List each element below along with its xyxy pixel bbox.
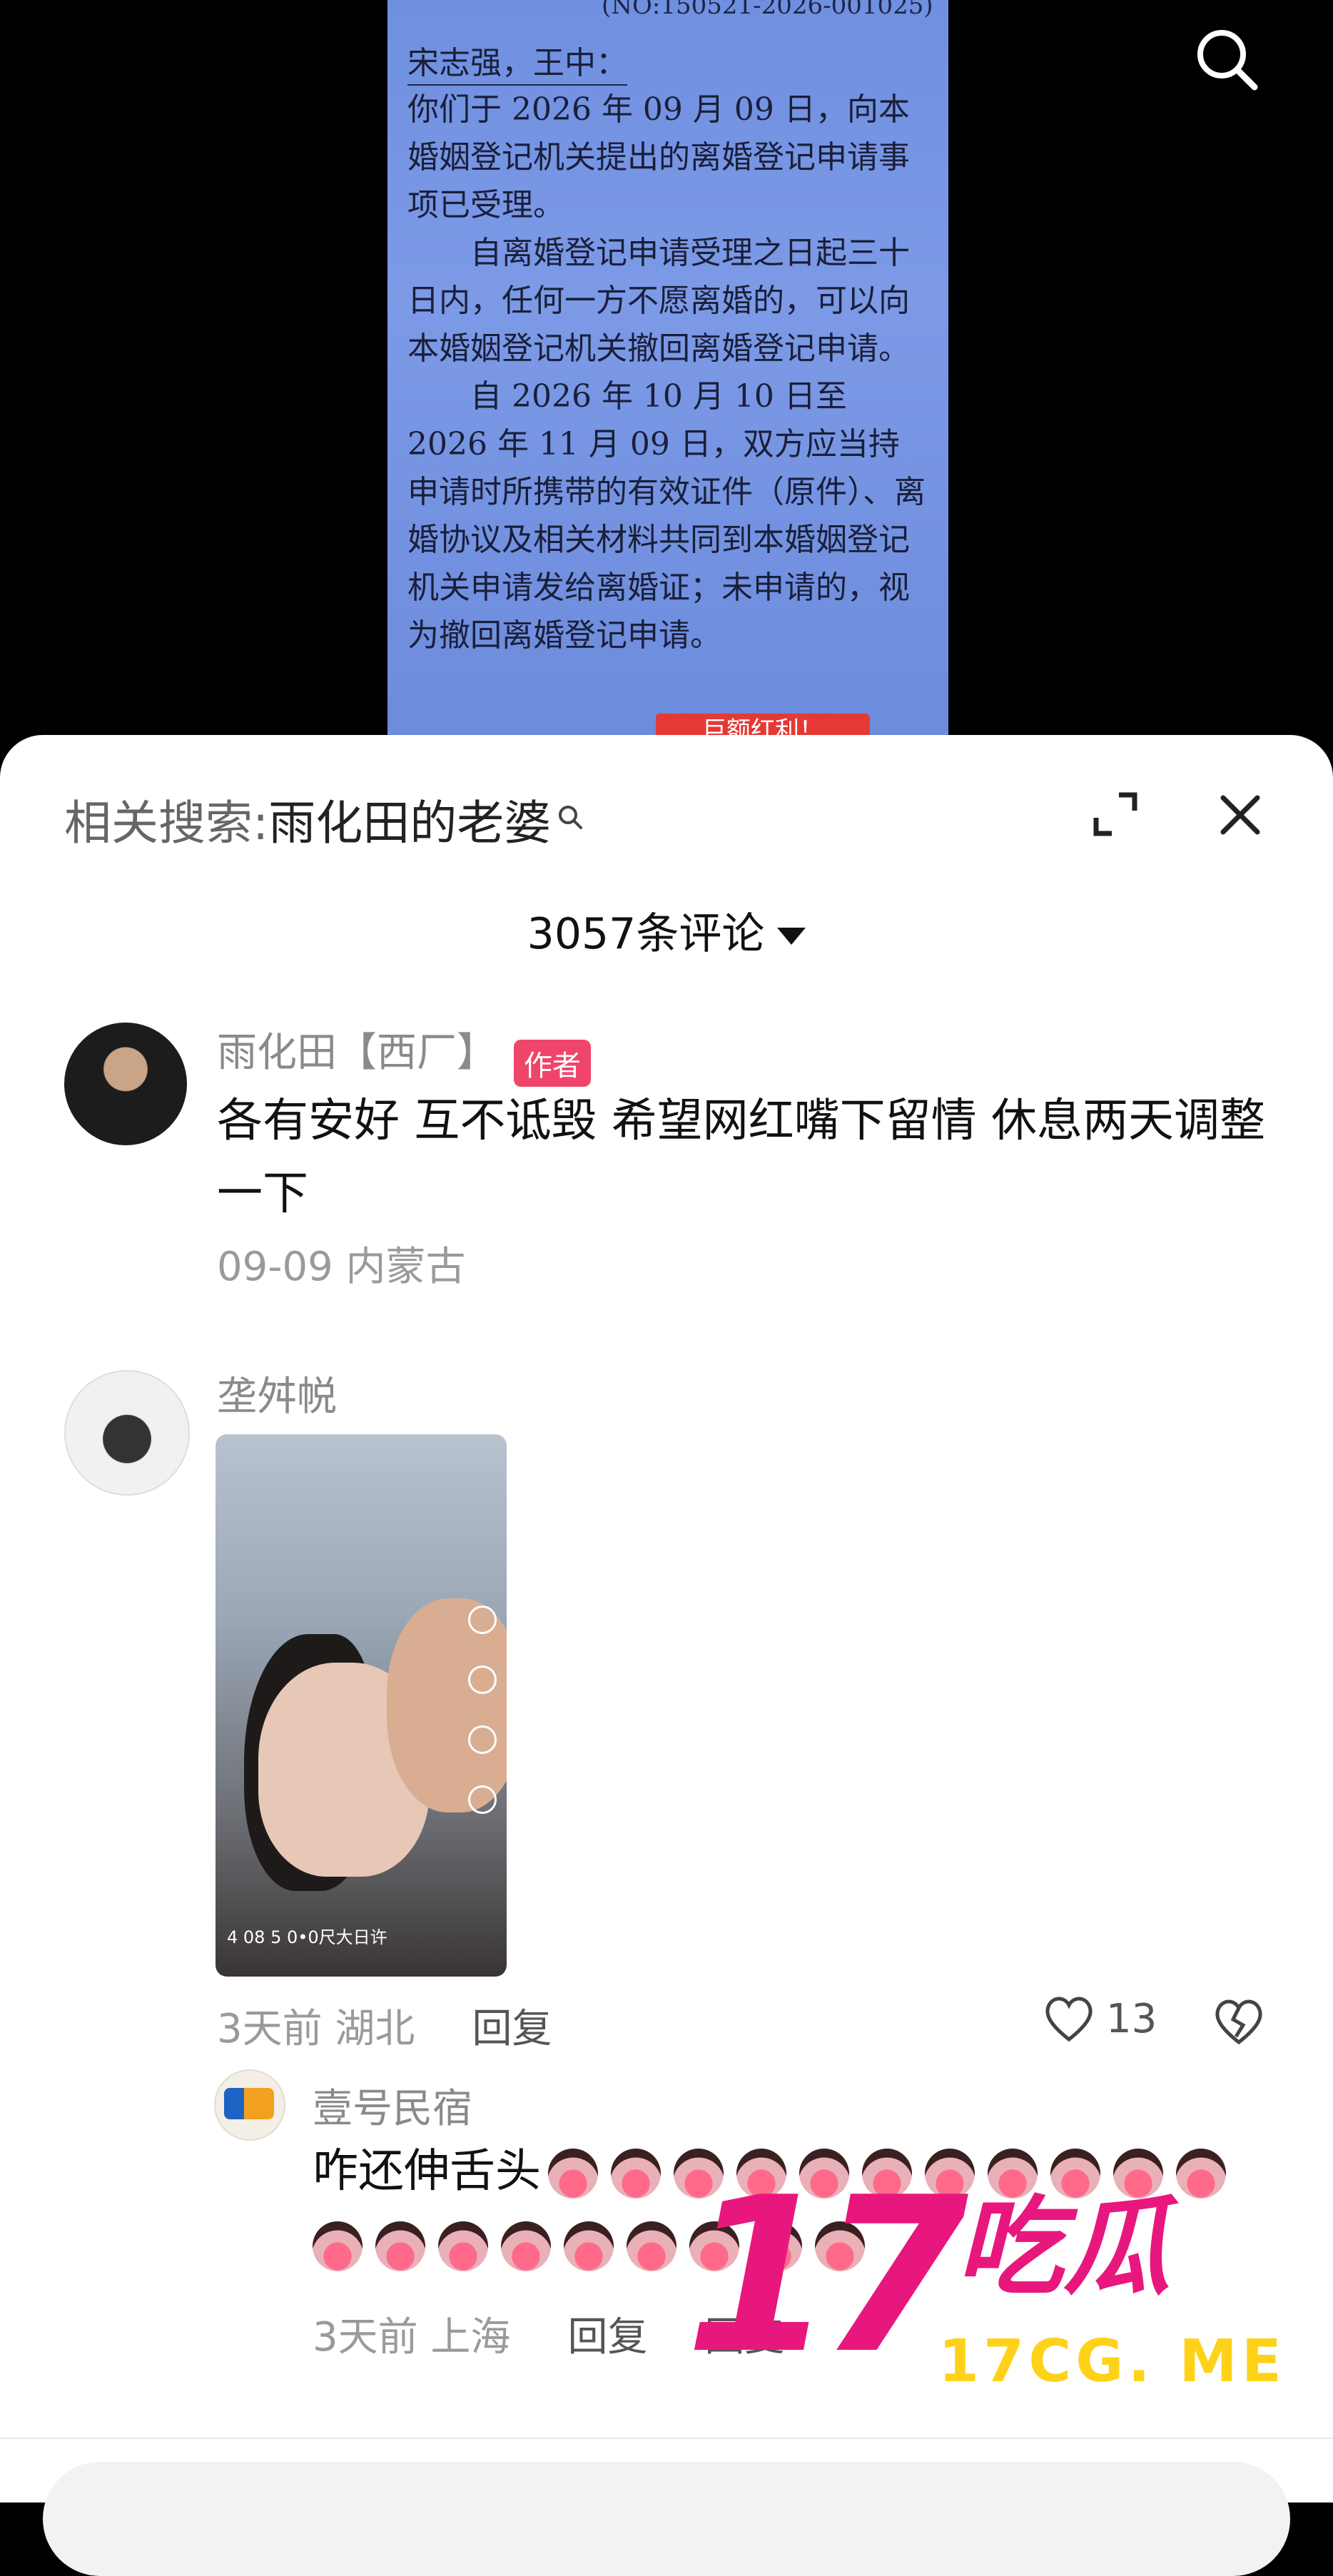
comment-image[interactable]: 4 08 5 0•0尺大日许 bbox=[216, 1434, 507, 1977]
tongue-emoji bbox=[1113, 2149, 1163, 2199]
like-button[interactable]: 13 bbox=[1043, 1995, 1157, 2042]
author-badge: 作者 bbox=[514, 1039, 591, 1087]
broken-heart-icon bbox=[1215, 1999, 1262, 2045]
photo-overlay-icons bbox=[468, 1606, 497, 1845]
reply-text[interactable]: 咋还伸舌头 bbox=[313, 2135, 1283, 2281]
tongue-emoji bbox=[1176, 2149, 1226, 2199]
expand-icon bbox=[1093, 792, 1137, 836]
document-body: 你们于 2026 年 09 月 09 日，向本婚姻登记机关提出的离婚登记申请事项… bbox=[407, 86, 928, 659]
caret-down-icon bbox=[777, 928, 806, 945]
tongue-emoji bbox=[501, 2221, 551, 2272]
reply-button[interactable]: 回复 bbox=[704, 2314, 784, 2361]
comment-author[interactable]: 垄舛帨 bbox=[217, 1364, 337, 1422]
tongue-emoji bbox=[375, 2221, 425, 2272]
comment-author[interactable]: 雨化田【西厂】 bbox=[217, 1030, 497, 1076]
tongue-emoji bbox=[689, 2221, 739, 2272]
document-greeting: 宋志强，王中： bbox=[407, 37, 627, 86]
heart-icon bbox=[1045, 1997, 1093, 2042]
tongue-emoji bbox=[752, 2221, 802, 2272]
tongue-emoji bbox=[862, 2149, 912, 2199]
tongue-emoji bbox=[988, 2149, 1038, 2199]
document-paragraph: 自离婚登记申请受理之日起三十日内，任何一方不愿离婚的，可以向本婚姻登记机关撤回离… bbox=[407, 235, 910, 367]
comment-text[interactable]: 各有安好 互不诋毁 希望网红嘴下留情 休息两天调整一下 bbox=[217, 1085, 1287, 1230]
avatar[interactable] bbox=[214, 2069, 285, 2141]
tongue-emoji bbox=[564, 2221, 614, 2272]
magnifier-icon bbox=[559, 806, 583, 829]
divider bbox=[0, 2438, 1333, 2439]
related-search[interactable]: 相关搜索: 雨化田的老婆 bbox=[64, 785, 587, 853]
search-button[interactable] bbox=[1192, 24, 1263, 96]
reply-button[interactable]: 回复 bbox=[472, 2006, 552, 2052]
dislike-button[interactable] bbox=[1213, 1998, 1264, 2048]
related-search-query[interactable]: 雨化田的老婆 bbox=[268, 785, 551, 853]
avatar[interactable] bbox=[64, 1023, 187, 1145]
comment-count: 3057条评论 bbox=[527, 909, 765, 959]
tongue-emoji bbox=[313, 2221, 363, 2272]
video-player[interactable]: (NO:150521-2026-001025) 宋志强，王中： 你们于 2026… bbox=[0, 0, 1333, 742]
close-button[interactable] bbox=[1213, 788, 1267, 842]
reply-button[interactable]: 回复 bbox=[567, 2314, 647, 2361]
comment-author-row: 雨化田【西厂】 作者 bbox=[217, 1020, 591, 1087]
like-count: 13 bbox=[1106, 1995, 1157, 2042]
shop-logo bbox=[224, 2088, 274, 2119]
tongue-emoji bbox=[548, 2149, 598, 2199]
comment-meta-row: 3天前 湖北 回复 bbox=[217, 1997, 552, 2054]
tongue-emoji bbox=[674, 2149, 724, 2199]
tongue-emoji bbox=[925, 2149, 975, 2199]
tongue-emoji bbox=[799, 2149, 849, 2199]
document-paragraph: 你们于 2026 年 09 月 09 日，向本婚姻登记机关提出的离婚登记申请事项… bbox=[407, 91, 910, 223]
search-icon bbox=[1197, 30, 1258, 91]
tongue-emoji bbox=[815, 2221, 865, 2272]
reply-author[interactable]: 壹号民宿 bbox=[313, 2076, 472, 2134]
related-search-label: 相关搜索: bbox=[64, 796, 269, 851]
tongue-emoji bbox=[438, 2221, 488, 2272]
comment-sheet: 相关搜索: 雨化田的老婆 3057条评论 雨化田【西厂】 作者 各有安好 互不诋毁… bbox=[0, 735, 1333, 2576]
reply-text-content: 咋还伸舌头 bbox=[313, 2145, 541, 2198]
expand-button[interactable] bbox=[1090, 789, 1140, 839]
tongue-emoji bbox=[736, 2149, 786, 2199]
comment-input[interactable] bbox=[43, 2462, 1290, 2576]
tongue-emoji bbox=[611, 2149, 661, 2199]
document-paragraph: 自 2026 年 10 月 10 日至 2026 年 11 月 09 日，双方应… bbox=[407, 378, 926, 654]
document-photo: (NO:150521-2026-001025) 宋志强，王中： 你们于 2026… bbox=[387, 0, 948, 742]
watermark-url: 17CG. ME bbox=[938, 2328, 1286, 2395]
avatar[interactable] bbox=[64, 1370, 190, 1496]
reply-meta: 3天前 上海 bbox=[313, 2314, 511, 2361]
reply-meta-row: 3天前 上海 回复 回复 bbox=[313, 2305, 784, 2363]
comment-meta: 3天前 湖北 bbox=[217, 2006, 415, 2052]
comment-count-sort[interactable]: 3057条评论 bbox=[0, 899, 1333, 961]
photo-caption: 4 08 5 0•0尺大日许 bbox=[227, 1927, 387, 1947]
document-reference: (NO:150521-2026-001025) bbox=[602, 0, 933, 20]
tongue-emoji bbox=[627, 2221, 676, 2272]
comment-meta: 09-09 内蒙古 bbox=[217, 1244, 466, 1290]
tongue-emoji bbox=[1050, 2149, 1100, 2199]
close-icon bbox=[1220, 795, 1260, 835]
